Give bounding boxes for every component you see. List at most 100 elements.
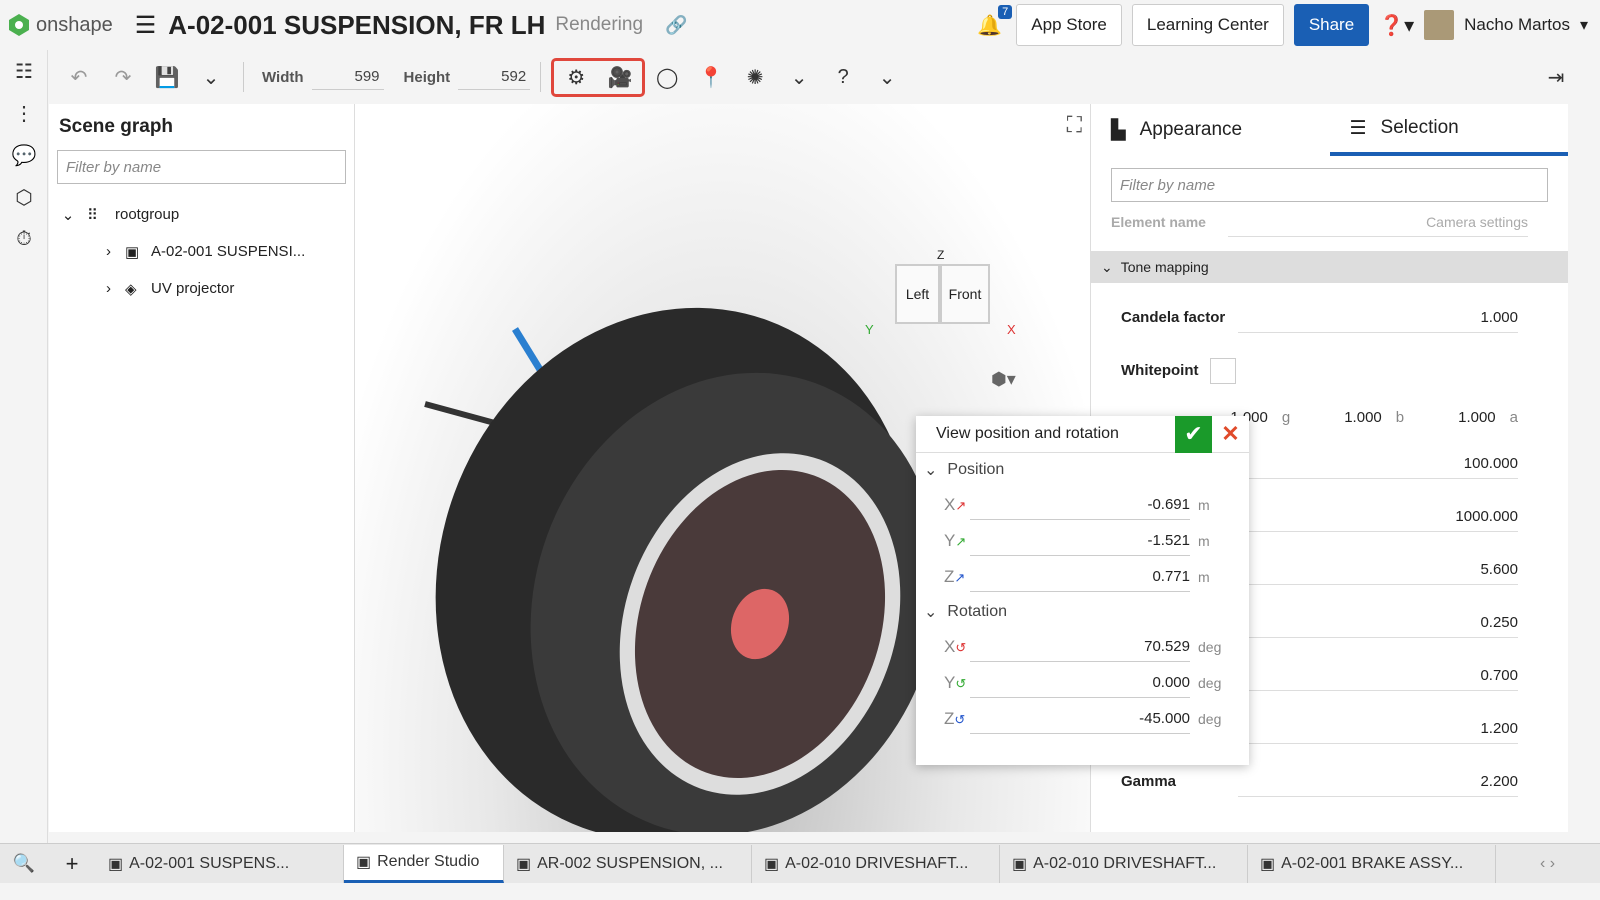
- axis-x-label: X: [1007, 322, 1016, 337]
- chevron-right-icon[interactable]: ›: [49, 243, 125, 260]
- whitepoint-g-value[interactable]: 1.000: [1344, 409, 1382, 426]
- height-input[interactable]: 592: [458, 64, 531, 90]
- app-store-button[interactable]: App Store: [1016, 4, 1122, 46]
- view-cube-left[interactable]: Left: [895, 264, 940, 324]
- timer-icon[interactable]: ⏱: [0, 218, 48, 260]
- share-button[interactable]: Share: [1293, 4, 1370, 46]
- unit-label: a: [1509, 408, 1518, 426]
- document-tab[interactable]: ▣ A-02-010 DRIVESHAFT...: [752, 844, 1000, 883]
- document-tab[interactable]: ▣ A-02-010 DRIVESHAFT...: [1000, 844, 1248, 883]
- axis-arrow-icon: ↗: [955, 498, 967, 513]
- field-input[interactable]: 1000.000: [1238, 502, 1518, 532]
- dialog-title: View position and rotation: [936, 425, 1119, 442]
- onshape-logo[interactable]: onshape: [8, 13, 113, 37]
- notifications-bell-icon[interactable]: 🔔 7: [977, 4, 1013, 38]
- add-tab-icon[interactable]: +: [48, 851, 96, 877]
- tree-item-label: A-02-001 SUSPENSI...: [151, 243, 306, 260]
- part-studio-icon: ▣: [108, 855, 124, 873]
- gear-icon[interactable]: ⚙: [554, 65, 598, 90]
- rot-value-input[interactable]: 70.529: [970, 632, 1190, 662]
- field-label: Candela factor: [1121, 309, 1226, 326]
- width-input[interactable]: 599: [311, 64, 384, 90]
- tab-label: A-02-001 BRAKE ASSY...: [1281, 854, 1464, 872]
- chevron-down-icon[interactable]: ⌄: [865, 65, 909, 90]
- help-icon[interactable]: ?: [821, 66, 865, 89]
- tab-selection[interactable]: ☰ Selection: [1329, 104, 1568, 156]
- chevron-down-icon[interactable]: ⌄: [49, 206, 87, 224]
- pos-value-input[interactable]: 0.771: [970, 562, 1190, 592]
- document-tab[interactable]: ▣ A-02-001 BRAKE ASSY...: [1248, 844, 1496, 883]
- position-section[interactable]: ⌄ Position: [916, 453, 1249, 487]
- redo-icon[interactable]: ↷: [101, 65, 145, 90]
- field-input[interactable]: 0.700: [1238, 661, 1518, 691]
- chevron-down-icon[interactable]: ⌄: [189, 65, 233, 90]
- tab-label: A-02-001 SUSPENS...: [129, 854, 290, 872]
- parts-icon[interactable]: ⬡: [0, 176, 48, 218]
- axis-z-label: Z: [937, 248, 945, 262]
- user-menu[interactable]: Nacho Martos: [1464, 15, 1570, 35]
- field-input[interactable]: 0.250: [1238, 608, 1518, 638]
- field-input[interactable]: 2.200: [1238, 767, 1518, 797]
- link-icon[interactable]: 🔗: [665, 15, 687, 36]
- section-title: Position: [947, 461, 1005, 478]
- location-pin-icon[interactable]: 📍: [689, 65, 733, 90]
- save-icon[interactable]: 💾: [145, 65, 189, 90]
- feature-list-icon[interactable]: ☷: [0, 50, 48, 92]
- exit-icon[interactable]: ⇥: [1534, 65, 1578, 90]
- panel-filter-input[interactable]: Filter by name: [1111, 168, 1548, 202]
- list-icon: ☰: [1349, 117, 1367, 139]
- chevron-right-icon[interactable]: ›: [49, 280, 125, 297]
- scene-filter-input[interactable]: Filter by name: [57, 150, 346, 184]
- tab-scroll-arrows-icon[interactable]: ‹ ›: [1540, 855, 1600, 873]
- view-cube[interactable]: Left Front Z Y X: [865, 244, 1016, 344]
- document-title: A-02-001 SUSPENSION, FR LH: [168, 9, 546, 40]
- tree-item-rootgroup[interactable]: ⌄ ⠿ rootgroup: [49, 196, 354, 233]
- rot-value-input[interactable]: 0.000: [970, 668, 1190, 698]
- learning-center-button[interactable]: Learning Center: [1131, 4, 1284, 46]
- render-icon[interactable]: ✺: [733, 65, 777, 90]
- candela-input[interactable]: 1.000: [1238, 303, 1518, 333]
- insert-icon[interactable]: ⋮: [0, 92, 48, 134]
- cancel-x-icon[interactable]: ✕: [1212, 421, 1249, 447]
- search-tabs-icon[interactable]: 🔍: [0, 853, 48, 874]
- pos-value-input[interactable]: -0.691: [970, 490, 1190, 520]
- assembly-icon: ▣: [125, 243, 140, 261]
- field-input[interactable]: 5.600: [1238, 555, 1518, 585]
- avatar[interactable]: [1424, 10, 1455, 40]
- document-tab[interactable]: ▣ AR-002 SUSPENSION, ...: [504, 844, 752, 883]
- comments-icon[interactable]: 💬: [0, 134, 48, 176]
- field-input[interactable]: 100.000: [1238, 449, 1518, 479]
- confirm-check-icon[interactable]: ✔: [1175, 415, 1212, 453]
- whitepoint-b-value[interactable]: 1.000: [1458, 409, 1496, 426]
- tab-label: AR-002 SUSPENSION, ...: [537, 854, 723, 872]
- part-studio-icon: ▣: [516, 855, 532, 873]
- view-position-rotation-dialog: View position and rotation ✔ ✕ ⌄ Position X…: [916, 415, 1249, 765]
- left-rail: ☷ ⋮ 💬 ⬡ ⏱: [0, 50, 48, 850]
- field-input[interactable]: 1.200: [1238, 714, 1518, 744]
- pos-row: Z↗ 0.771 m: [916, 559, 1249, 595]
- environment-icon[interactable]: ◯: [645, 65, 689, 90]
- view-mode-icon[interactable]: ⬢▾: [991, 369, 1016, 390]
- document-tab[interactable]: ▣ A-02-001 SUSPENS...: [96, 844, 344, 883]
- chevron-down-icon[interactable]: ▾: [1580, 15, 1588, 35]
- rot-value-input[interactable]: -45.000: [970, 704, 1190, 734]
- camera-icon[interactable]: 🎥: [598, 65, 642, 90]
- whitepoint-checkbox[interactable]: [1210, 357, 1237, 384]
- unit-label: b: [1395, 408, 1405, 426]
- hamburger-menu-icon[interactable]: ☰: [135, 11, 157, 40]
- axis-arrow-icon: ↺: [954, 712, 966, 727]
- undo-icon[interactable]: ↶: [57, 65, 101, 90]
- axis-arrow-icon: ↺: [955, 640, 967, 655]
- view-cube-front[interactable]: Front: [940, 264, 990, 324]
- chevron-down-icon[interactable]: ⌄: [777, 65, 821, 90]
- rotation-section[interactable]: ⌄ Rotation: [916, 595, 1249, 629]
- rot-row: Z↺ -45.000 deg: [916, 701, 1249, 737]
- document-tab[interactable]: ▣ Render Studio: [344, 844, 504, 883]
- help-menu-icon[interactable]: ❓▾: [1379, 13, 1414, 38]
- tree-item-assembly[interactable]: › ▣ A-02-001 SUSPENSI...: [49, 233, 354, 270]
- render-studio-icon: ▣: [356, 854, 372, 871]
- tab-appearance[interactable]: ▙ Appearance: [1091, 104, 1330, 156]
- tone-mapping-section[interactable]: ⌄ Tone mapping: [1091, 251, 1568, 283]
- tree-item-uv-projector[interactable]: › ◈ UV projector: [49, 270, 354, 307]
- pos-value-input[interactable]: -1.521: [970, 526, 1190, 556]
